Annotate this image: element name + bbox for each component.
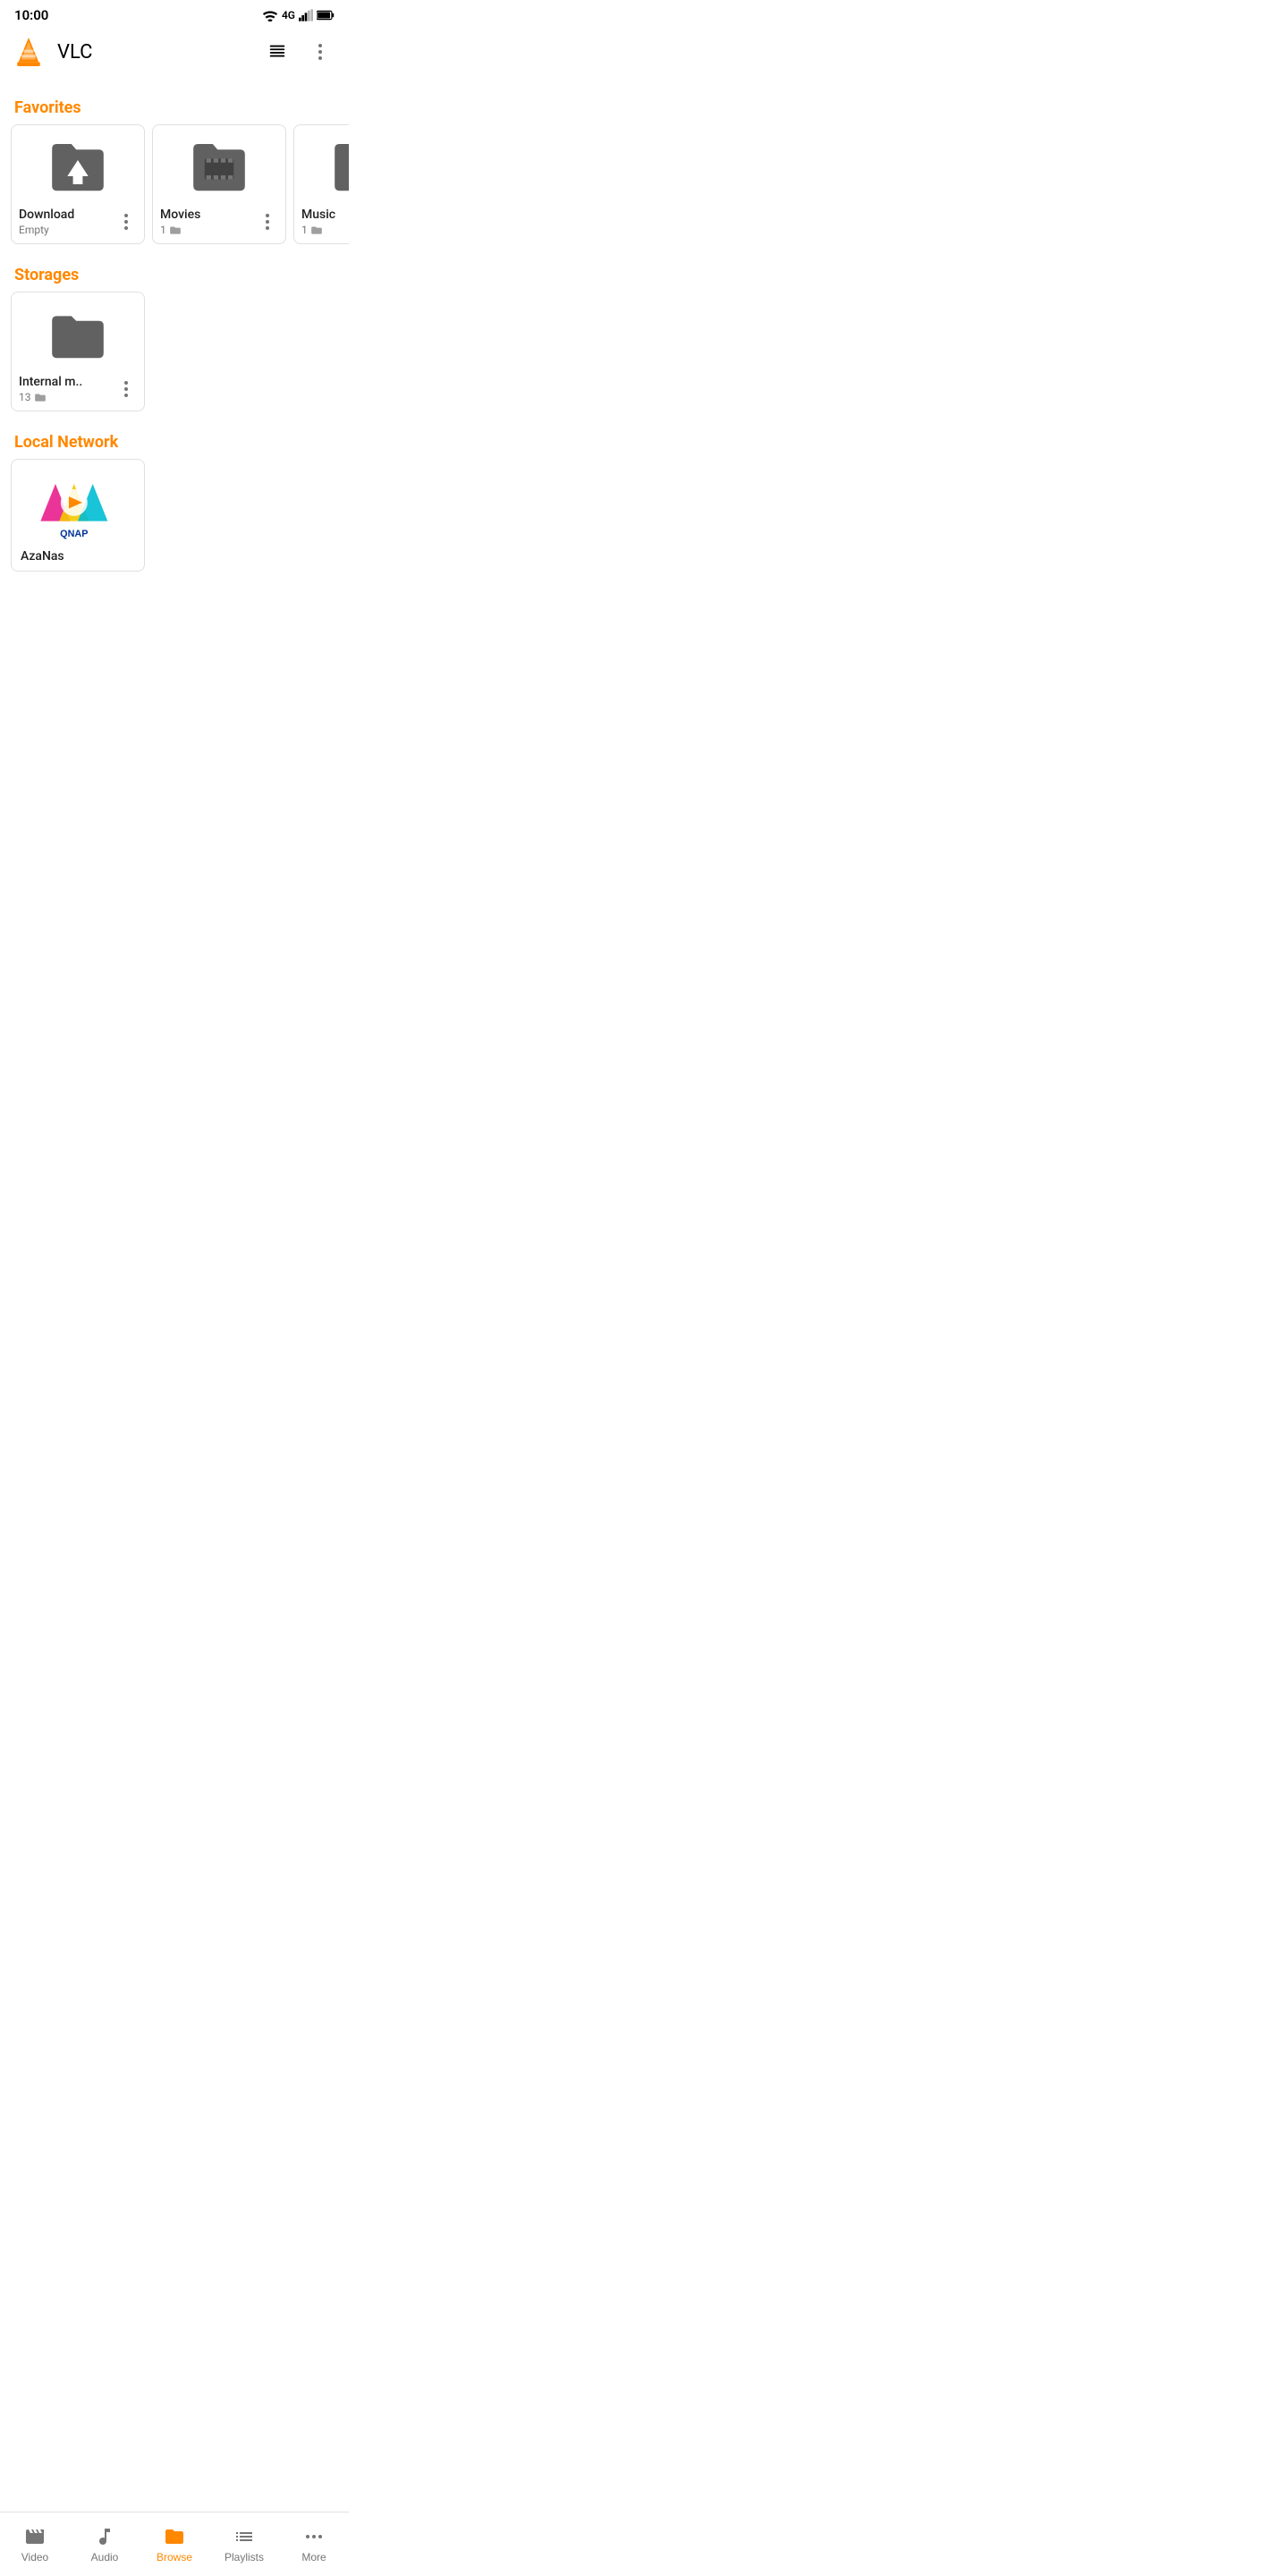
storages-section: Storages Internal m.. 13 xyxy=(0,251,349,419)
local-network-header: Local Network xyxy=(0,419,349,459)
nav-more-label: More xyxy=(301,2551,326,2563)
bottom-nav: Video Audio Browse Playlists More xyxy=(0,2512,349,2576)
folder-music-icon xyxy=(328,136,349,200)
status-bar: 10:00 4G xyxy=(0,0,349,27)
qnap-logo-wrapper: QNAP xyxy=(19,470,137,542)
download-icon-wrapper xyxy=(19,136,137,200)
favorites-cards: Download Empty xyxy=(0,124,349,251)
main-content: Favorites Download Empty xyxy=(0,77,349,650)
network-4g-icon: 4G xyxy=(282,9,295,21)
signal-icon xyxy=(299,9,313,21)
azanas-card[interactable]: QNAP AzaNas xyxy=(11,459,145,572)
movies-menu-button[interactable] xyxy=(253,208,282,236)
nav-more[interactable]: More xyxy=(279,2512,349,2576)
internal-menu-button[interactable] xyxy=(112,375,140,403)
folder-small-icon xyxy=(169,225,182,235)
azanas-title: AzaNas xyxy=(19,549,137,564)
nav-audio[interactable]: Audio xyxy=(70,2512,140,2576)
favorites-section: Favorites Download Empty xyxy=(0,84,349,251)
internal-memory-card[interactable]: Internal m.. 13 xyxy=(11,292,145,411)
wifi-icon xyxy=(262,9,278,21)
video-nav-icon xyxy=(24,2526,46,2547)
download-menu-button[interactable] xyxy=(112,208,140,236)
folder-small-icon-internal xyxy=(34,392,47,402)
more-nav-icon xyxy=(303,2526,325,2547)
status-icons: 4G xyxy=(262,9,335,21)
music-icon-wrapper xyxy=(301,136,349,200)
download-card[interactable]: Download Empty xyxy=(11,124,145,244)
movies-icon-wrapper xyxy=(160,136,278,200)
download-menu-icon xyxy=(124,214,128,230)
svg-text:QNAP: QNAP xyxy=(60,529,88,539)
list-view-button[interactable] xyxy=(259,34,295,70)
nav-browse-label: Browse xyxy=(157,2551,192,2563)
nav-browse[interactable]: Browse xyxy=(140,2512,209,2576)
internal-menu-icon xyxy=(124,381,128,397)
vlc-logo xyxy=(11,34,47,70)
nav-audio-label: Audio xyxy=(91,2551,119,2563)
internal-icon-wrapper xyxy=(19,303,137,368)
favorites-header: Favorites xyxy=(0,84,349,124)
music-card-subtitle: 1 xyxy=(301,224,349,236)
storages-cards: Internal m.. 13 xyxy=(0,292,349,419)
browse-nav-icon xyxy=(164,2526,185,2547)
playlists-nav-icon xyxy=(233,2526,255,2547)
movies-menu-icon xyxy=(266,214,269,230)
app-bar-actions xyxy=(259,34,338,70)
music-card[interactable]: Music 1 xyxy=(293,124,349,244)
battery-icon xyxy=(317,9,335,21)
status-time: 10:00 xyxy=(14,7,48,23)
list-view-icon xyxy=(267,42,287,62)
music-card-info: Music 1 xyxy=(301,208,349,236)
folder-plain-icon xyxy=(46,303,110,368)
vertical-dots-icon xyxy=(318,44,322,60)
folder-download-icon xyxy=(46,136,110,200)
more-options-button[interactable] xyxy=(302,34,338,70)
app-title: VLC xyxy=(57,41,259,64)
folder-movie-icon xyxy=(187,136,251,200)
audio-nav-icon xyxy=(94,2526,115,2547)
local-network-section: Local Network xyxy=(0,419,349,579)
app-bar: VLC xyxy=(0,27,349,77)
storages-header: Storages xyxy=(0,251,349,292)
local-network-cards: QNAP AzaNas xyxy=(0,459,349,579)
nav-video-label: Video xyxy=(21,2551,48,2563)
nav-video[interactable]: Video xyxy=(0,2512,70,2576)
folder-small-icon-music xyxy=(310,225,323,235)
music-card-title: Music xyxy=(301,208,349,222)
nav-playlists-label: Playlists xyxy=(225,2551,264,2563)
movies-card[interactable]: Movies 1 xyxy=(152,124,286,244)
nav-playlists[interactable]: Playlists xyxy=(209,2512,279,2576)
qnap-logo-icon: QNAP xyxy=(33,470,123,542)
